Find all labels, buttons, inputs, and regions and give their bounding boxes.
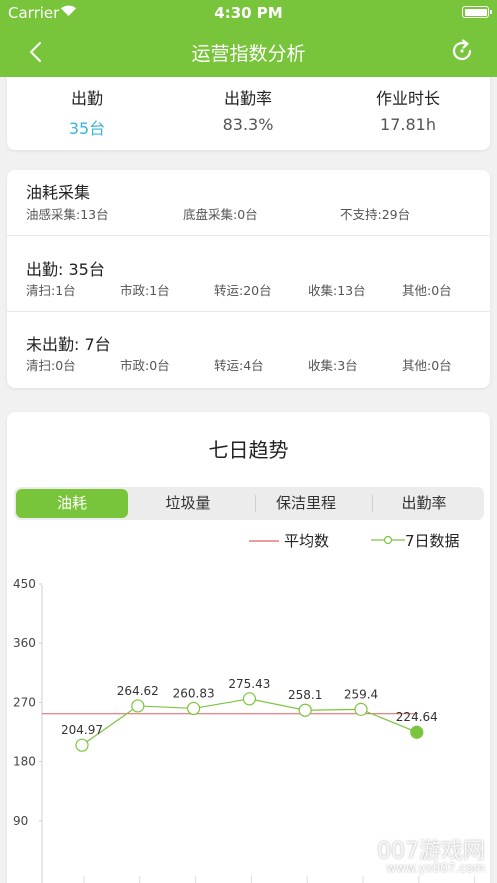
watermark-url: www.yx007.com [386, 861, 485, 875]
y-tick-label: 270 [13, 695, 36, 709]
y-tick-label: 90 [13, 814, 28, 828]
data-point [354, 702, 368, 716]
data-label: 275.43 [228, 677, 270, 691]
data-label: 259.4 [344, 687, 378, 701]
data-label: 258.1 [288, 688, 322, 702]
data-point [410, 725, 424, 739]
data-label: 260.83 [173, 686, 215, 700]
data-point [242, 692, 256, 706]
data-label: 264.62 [117, 684, 159, 698]
data-point [187, 701, 201, 716]
data-label: 204.97 [61, 723, 103, 737]
data-point [75, 738, 89, 752]
y-tick-label: 360 [13, 636, 36, 650]
data-point [131, 699, 145, 713]
trend-line-chart: 90 180 270 360 450 204.97 264.62 260.83 275.43 25… [13, 577, 476, 883]
y-tick-label: 180 [13, 755, 36, 769]
y-tick-label: 450 [13, 577, 36, 591]
data-label: 224.64 [396, 710, 438, 724]
data-point [298, 703, 312, 717]
